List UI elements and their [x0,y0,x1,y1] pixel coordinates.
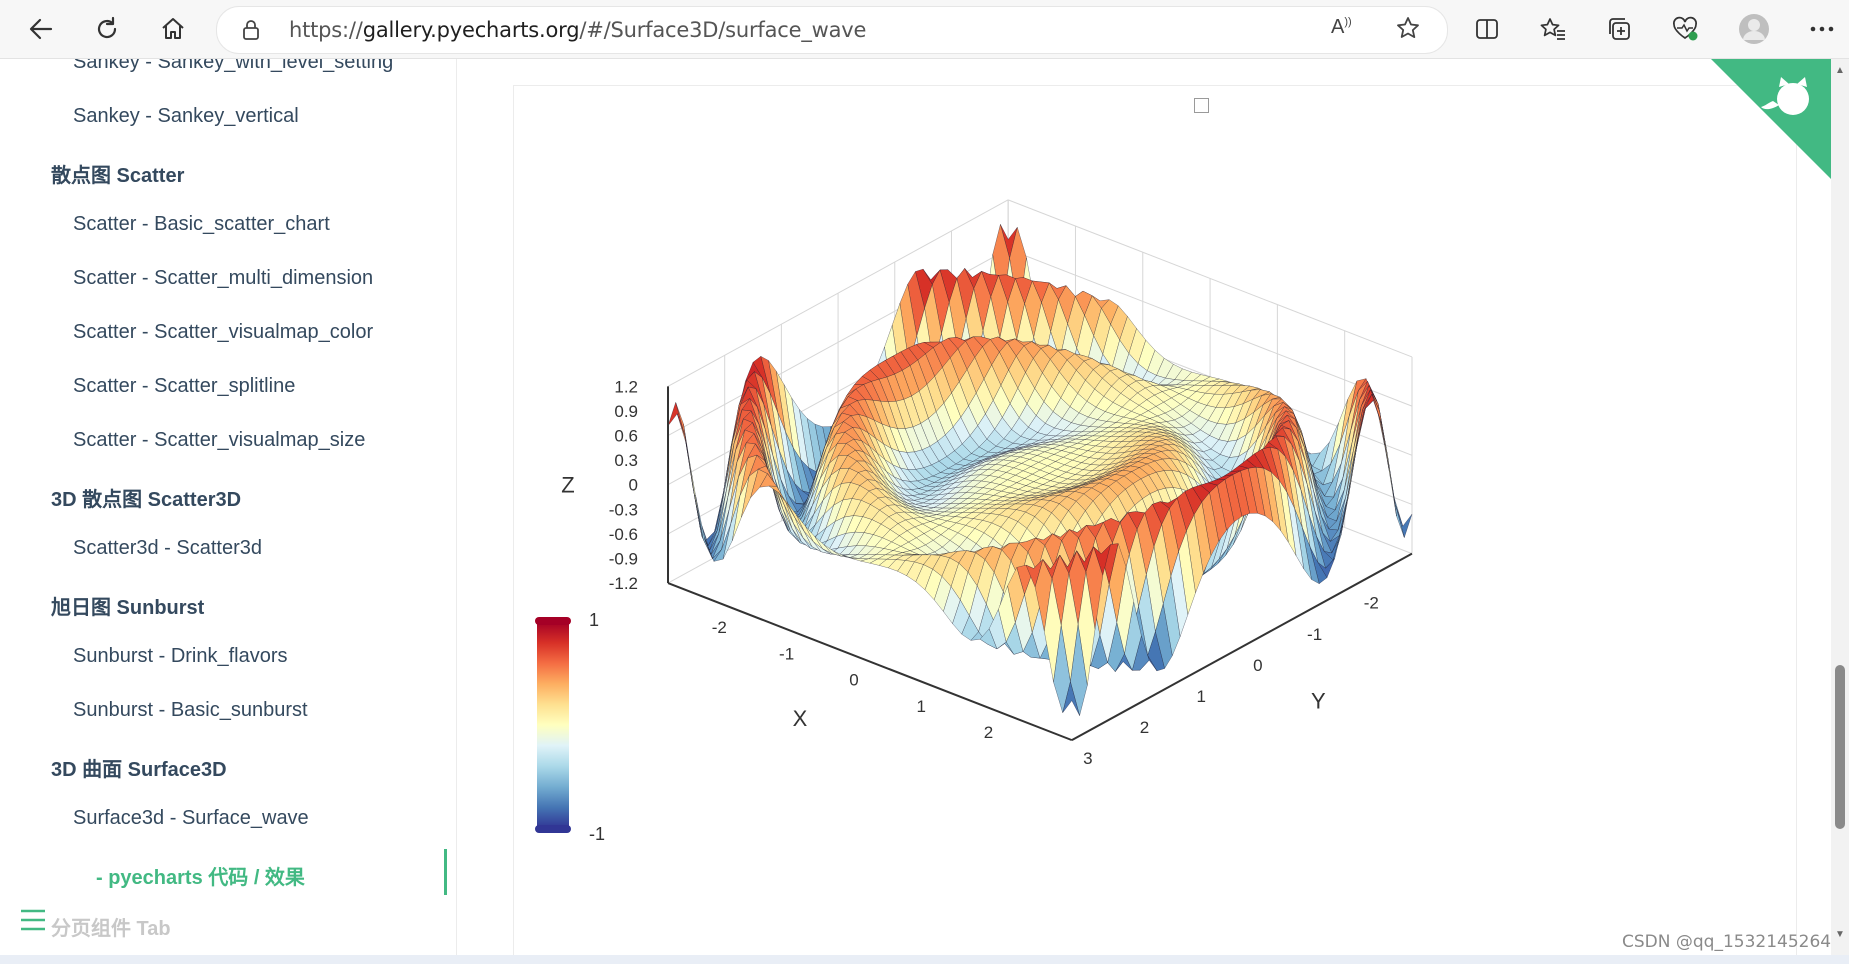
y-tick-label: -2 [1364,594,1379,613]
x-tick-label: 0 [849,671,858,690]
z-tick-label: 1.2 [614,377,638,396]
visualmap-top-handle [535,617,571,625]
csdn-watermark: CSDN @qq_1532145264 [1622,932,1832,952]
x-tick-label: -2 [712,618,727,637]
z-tick-label: 0 [629,476,638,495]
visualmap-min-label: -1 [589,824,605,844]
z-tick-label: -0.6 [609,525,638,544]
surface-cell [1371,394,1390,469]
visualmap-bottom-handle [535,825,571,833]
z-axis-name: Z [561,473,574,498]
z-tick-label: -0.3 [609,500,638,519]
y-tick-label: 0 [1253,656,1262,675]
github-corner-link[interactable] [1711,59,1831,179]
chart-surface[interactable] [667,223,1413,717]
surface3d-chart[interactable]: -2 -1 0 1 2 -2 -1 0 1 2 3 1.2 0.9 0.6 0.3 0 -0.3 -0.6 -0.9… [0,0,1849,964]
x-tick-label: 2 [984,723,993,742]
x-axis-name: X [793,706,808,731]
y-tick-label: -1 [1307,625,1322,644]
visualmap-gradient-bar [537,622,569,828]
z-tick-label: 0.9 [614,402,638,421]
page-scrollbar[interactable]: ▲ ▼ [1831,59,1849,955]
y-tick-label: 1 [1196,687,1205,706]
visualmap[interactable]: 1 -1 [535,610,605,844]
surface-cell [1385,447,1404,527]
window-bottom-edge [0,955,1849,964]
x-tick-label: 1 [916,697,925,716]
z-tick-label: -0.9 [609,549,638,568]
scroll-down-arrow-icon[interactable]: ▼ [1835,929,1845,940]
y-tick-label: 3 [1083,749,1092,768]
x-tick-label: -1 [779,644,794,663]
z-tick-label: -1.2 [609,574,638,593]
z-tick-label: 0.3 [614,451,638,470]
y-axis-name: Y [1311,689,1326,714]
z-tick-label: 0.6 [614,427,638,446]
scrollbar-thumb[interactable] [1835,665,1845,829]
surface-cell [690,471,709,546]
scroll-up-arrow-icon[interactable]: ▲ [1835,65,1845,76]
y-tick-label: 2 [1140,718,1149,737]
visualmap-max-label: 1 [589,610,599,630]
